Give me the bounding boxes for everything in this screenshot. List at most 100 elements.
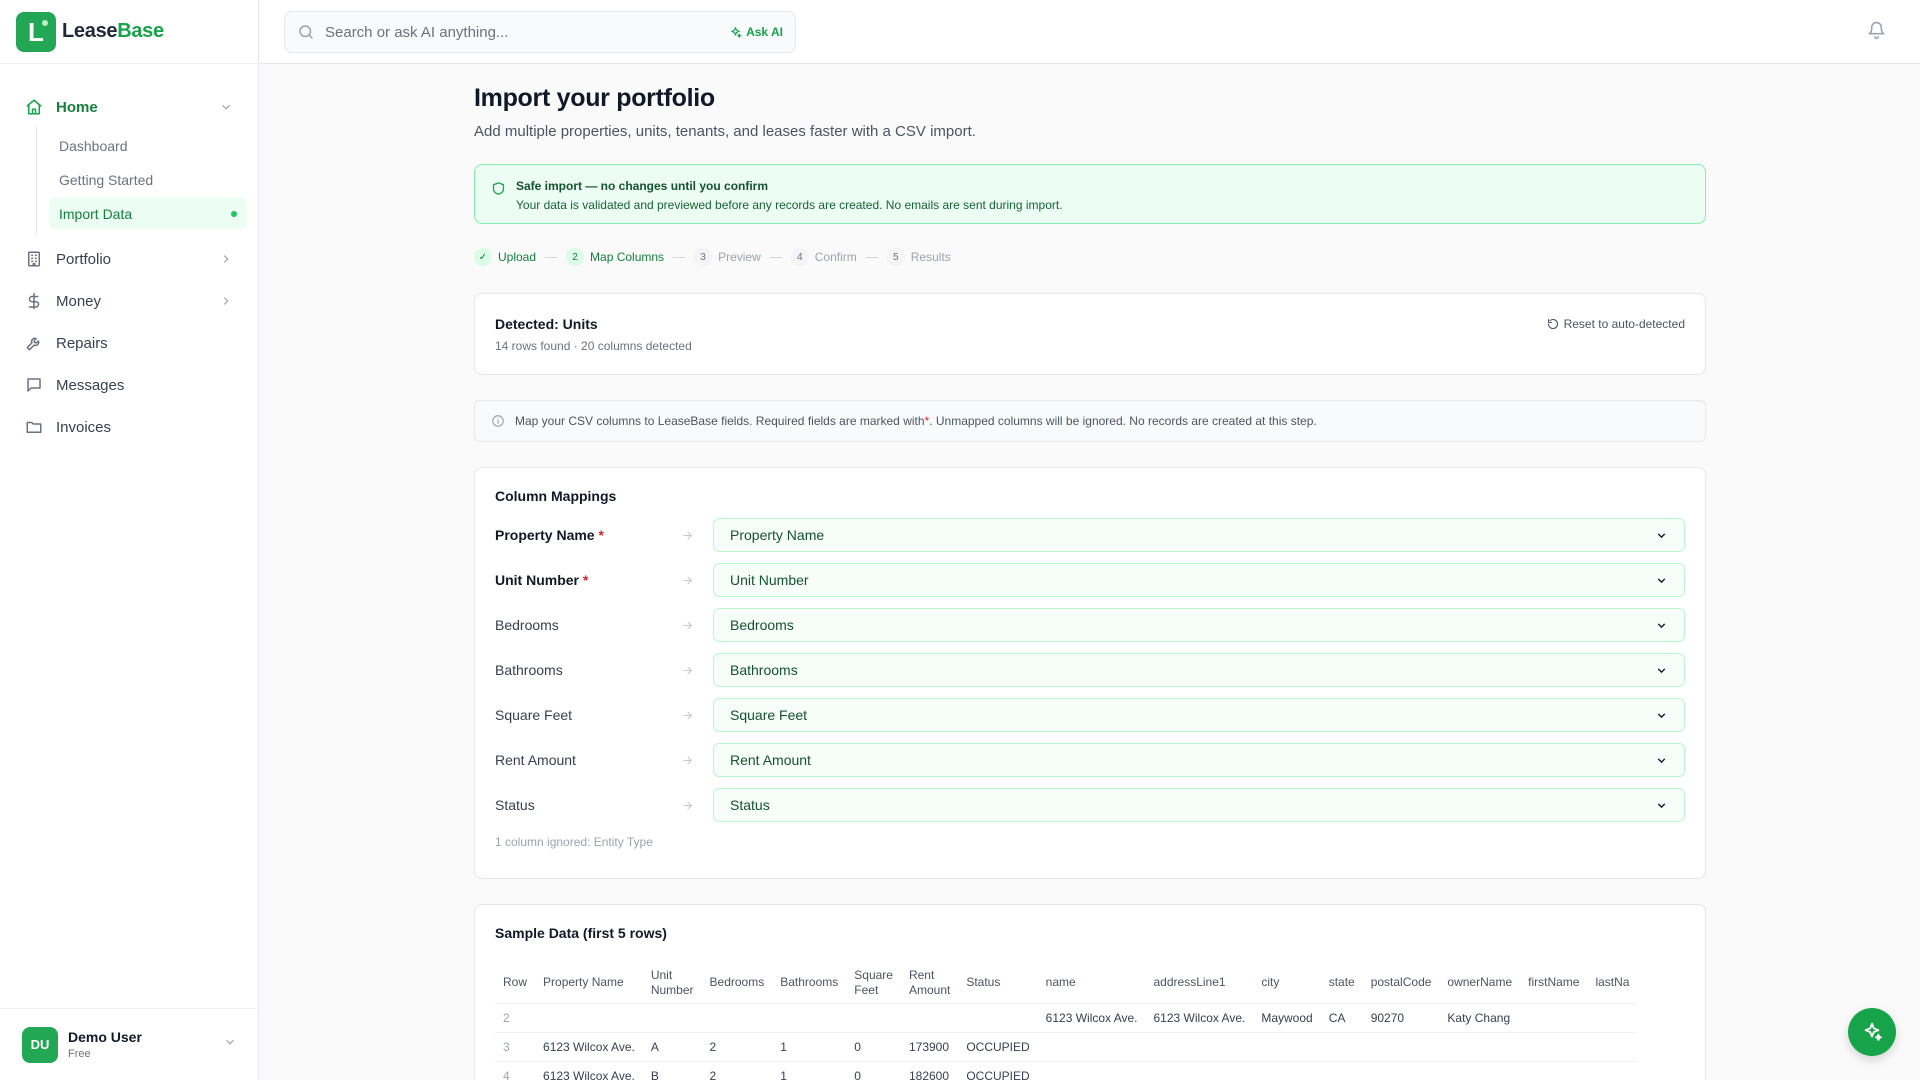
message-icon [24, 375, 44, 395]
sidebar-item-messages[interactable]: Messages [16, 366, 242, 404]
topbar: Ask AI [260, 0, 1920, 64]
arrow-right-icon [681, 574, 705, 587]
sample-data-card: Sample Data (first 5 rows) Row Property N… [474, 904, 1706, 1080]
mapping-info-banner: Map your CSV columns to LeaseBase fields… [474, 400, 1706, 442]
mapping-select-value: Bedrooms [730, 617, 794, 633]
sidebar-subitem-import-data[interactable]: Import Data [49, 198, 247, 229]
table-cell [1520, 1061, 1587, 1080]
search-input[interactable] [325, 23, 730, 41]
building-icon [24, 249, 44, 269]
table-cell: 173900 [908, 1039, 950, 1054]
user-menu[interactable]: DU Demo User Free [0, 1008, 259, 1080]
table-header: Row Property Name Unit Number Bedrooms Bathro… [495, 963, 1637, 1003]
alert-title: Safe import — no changes until you confi… [516, 179, 769, 193]
mapping-select-value: Square Feet [730, 707, 808, 723]
mapping-label: Bedrooms [495, 617, 559, 633]
table-cell: A [650, 1039, 659, 1054]
reset-label: Reset to auto-detected [1563, 317, 1685, 331]
sample-data-table: Row Property Name Unit Number Bedrooms Bathro… [495, 963, 1638, 1080]
import-stepper: ✓ Upload 2 Map Columns 3 Preview 4 Confi… [474, 248, 1706, 266]
table-cell [535, 1003, 643, 1032]
chevron-down-icon [1655, 574, 1668, 587]
column-header: city [1261, 975, 1280, 990]
user-name: Demo User [68, 1029, 142, 1045]
arrow-right-icon [681, 664, 705, 677]
detected-title: Detected: Units [495, 316, 598, 332]
table-cell: OCCUPIED [966, 1068, 1030, 1080]
folder-icon [24, 417, 44, 437]
mapping-row: Rent Amount Rent Amount [495, 743, 1685, 777]
search-icon [297, 23, 315, 41]
table-cell: 0 [854, 1068, 861, 1080]
table-cell [1253, 1032, 1320, 1061]
step-results[interactable]: 5 Results [886, 248, 951, 266]
mapping-select-value: Status [730, 797, 770, 813]
step-label: Confirm [814, 250, 857, 264]
step-separator [673, 256, 686, 258]
sidebar-subitem-dashboard[interactable]: Dashboard [49, 130, 247, 161]
mapping-label: Property Name * [495, 527, 681, 543]
user-meta: Demo User Free [68, 1029, 223, 1060]
table-cell [1146, 1032, 1254, 1061]
mapping-select[interactable]: Property Name [713, 518, 1685, 552]
mapping-select[interactable]: Status [713, 788, 1685, 822]
brand[interactable]: L LeaseBase [0, 0, 258, 64]
step-map-columns[interactable]: 2 Map Columns [566, 248, 664, 266]
table-cell [1038, 1032, 1146, 1061]
table-cell [1439, 1061, 1520, 1080]
mapping-select[interactable]: Square Feet [713, 698, 1685, 732]
mapping-label: Bathrooms [495, 662, 563, 678]
sidebar-item-label: Messages [56, 376, 125, 394]
mapping-select[interactable]: Bedrooms [713, 608, 1685, 642]
brand-name-part2: Base [117, 20, 164, 42]
table-cell [1253, 1061, 1320, 1080]
sidebar-item-repairs[interactable]: Repairs [16, 324, 242, 362]
step-label: Results [910, 250, 951, 264]
mapping-row: Bathrooms Bathrooms [495, 653, 1685, 687]
sidebar-item-money[interactable]: Money [16, 282, 242, 320]
page-title: Import your portfolio [474, 84, 715, 112]
table-row: 3 6123 Wilcox Ave. A 2 1 0 173900 OCCUPIED [495, 1032, 1638, 1061]
brand-name-part1: Lease [62, 20, 118, 42]
table-cell [1321, 1061, 1363, 1080]
safe-import-alert: Safe import — no changes until you confi… [474, 164, 1706, 224]
shield-icon [491, 181, 506, 196]
mapping-select[interactable]: Unit Number [713, 563, 1685, 597]
logo-dot [42, 19, 48, 26]
table-cell [1363, 1061, 1440, 1080]
step-upload[interactable]: ✓ Upload [474, 248, 536, 266]
sidebar-item-invoices[interactable]: Invoices [16, 408, 242, 446]
required-mark: * [582, 572, 589, 588]
arrow-right-icon [681, 709, 705, 722]
page-subtitle: Add multiple properties, units, tenants,… [474, 123, 976, 140]
sidebar-item-label: Money [56, 292, 102, 310]
sidebar-subitem-label: Dashboard [59, 137, 128, 154]
mapping-row: Bedrooms Bedrooms [495, 608, 1685, 642]
chevron-down-icon [1655, 529, 1668, 542]
step-preview[interactable]: 3 Preview [694, 248, 761, 266]
info-text-before: Map your CSV columns to LeaseBase fields… [515, 414, 925, 428]
mapping-select[interactable]: Rent Amount [713, 743, 1685, 777]
sidebar-item-home[interactable]: Home [16, 88, 242, 126]
mapping-label: Status [495, 797, 535, 813]
column-header: Row [503, 975, 528, 990]
table-cell [1146, 1061, 1254, 1080]
step-confirm[interactable]: 4 Confirm [790, 248, 857, 266]
table-cell: 6123 Wilcox Ave. [1045, 1010, 1138, 1025]
ask-ai-button[interactable]: Ask AI [729, 25, 783, 39]
reset-auto-detected-button[interactable]: Reset to auto-detected [1547, 317, 1685, 331]
wrench-icon [24, 333, 44, 353]
required-mark: * [598, 527, 604, 543]
home-icon [24, 97, 44, 117]
ai-assistant-button[interactable] [1848, 1008, 1896, 1056]
sparkle-icon [729, 26, 742, 39]
sidebar-item-portfolio[interactable]: Portfolio [16, 240, 242, 278]
table-cell [846, 1003, 901, 1032]
mapping-select[interactable]: Bathrooms [713, 653, 1685, 687]
sidebar-item-label: Invoices [56, 418, 112, 436]
active-dot [231, 210, 237, 217]
ask-ai-label: Ask AI [746, 25, 783, 39]
bell-icon[interactable] [1867, 21, 1886, 40]
search-bar: Ask AI [284, 11, 796, 53]
sidebar-subitem-getting-started[interactable]: Getting Started [49, 164, 247, 195]
